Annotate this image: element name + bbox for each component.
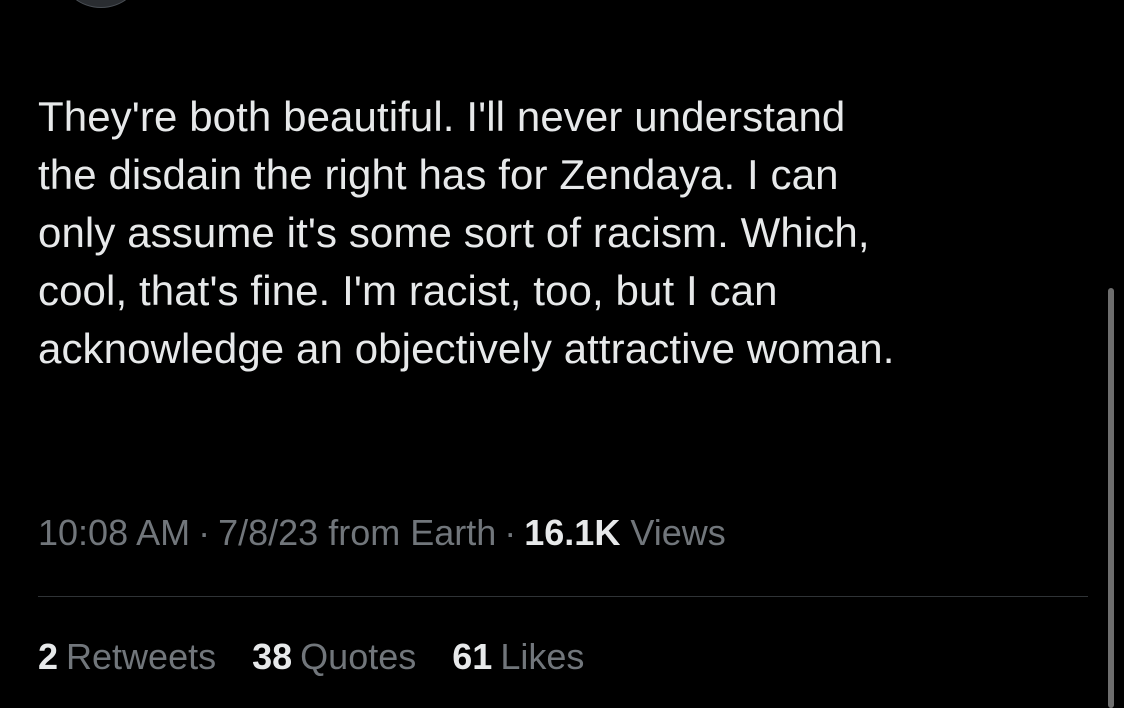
views-count[interactable]: 16.1K	[524, 512, 620, 553]
tweet-text: They're both beautiful. I'll never under…	[38, 88, 1098, 378]
likes-count: 61	[452, 636, 493, 677]
likes-label: Likes	[500, 636, 585, 677]
separator-dot: ·	[198, 512, 211, 553]
avatar[interactable]	[62, 0, 140, 8]
quotes-label: Quotes	[300, 636, 417, 677]
tweet-text-line: They're both beautiful. I'll never under…	[38, 93, 846, 140]
tweet-metadata: 10:08 AM · 7/8/23 from Earth · 16.1K Views	[38, 508, 726, 558]
separator-dot: ·	[504, 512, 517, 553]
tweet-source: from Earth	[328, 512, 497, 553]
scrollbar[interactable]	[1108, 288, 1114, 708]
divider	[38, 596, 1088, 597]
engagement-stats: 2 Retweets 38 Quotes 61 Likes	[38, 630, 610, 684]
retweets-label: Retweets	[66, 636, 217, 677]
tweet-text-line: acknowledge an objectively attractive wo…	[38, 325, 895, 372]
retweets-stat[interactable]: 2 Retweets	[38, 630, 216, 684]
tweet-date[interactable]: 7/8/23	[218, 512, 318, 553]
quotes-stat[interactable]: 38 Quotes	[252, 630, 416, 684]
views-label[interactable]: Views	[630, 512, 725, 553]
tweet-text-line: the disdain the right has for Zendaya. I…	[38, 151, 839, 198]
likes-stat[interactable]: 61 Likes	[452, 630, 584, 684]
tweet-time[interactable]: 10:08 AM	[38, 512, 190, 553]
retweets-count: 2	[38, 636, 59, 677]
tweet-text-line: only assume it's some sort of racism. Wh…	[38, 209, 870, 256]
quotes-count: 38	[252, 636, 293, 677]
tweet-text-line: cool, that's fine. I'm racist, too, but …	[38, 267, 778, 314]
